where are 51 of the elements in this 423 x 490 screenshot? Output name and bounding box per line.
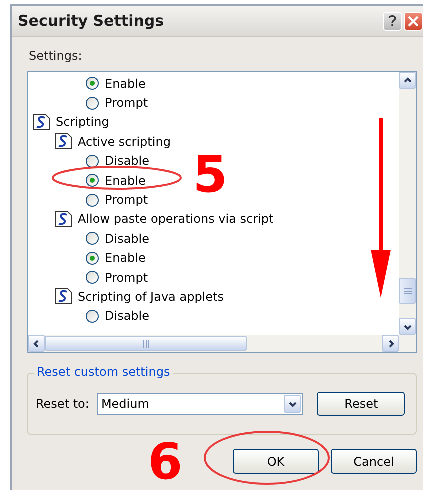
radio-button[interactable] bbox=[86, 271, 99, 284]
step-number: 5 bbox=[193, 150, 228, 200]
step-number: 6 bbox=[148, 437, 183, 487]
radio-button[interactable] bbox=[86, 252, 99, 265]
vertical-scrollbar[interactable] bbox=[399, 72, 416, 335]
option-label: Disable bbox=[105, 309, 150, 324]
scroll-thumb[interactable] bbox=[399, 278, 416, 304]
option-label: Prompt bbox=[105, 193, 148, 208]
scroll-right-button[interactable] bbox=[382, 335, 399, 352]
option-label: Disable bbox=[105, 232, 150, 246]
setting-label: Allow paste operations via script bbox=[78, 212, 274, 226]
radio-button[interactable] bbox=[86, 194, 99, 207]
radio-button[interactable] bbox=[86, 96, 99, 110]
radio-button[interactable] bbox=[86, 232, 99, 246]
radio-button[interactable] bbox=[86, 310, 99, 323]
radio-button[interactable] bbox=[86, 154, 99, 168]
script-icon bbox=[55, 210, 73, 228]
cancel-button[interactable]: Cancel bbox=[331, 449, 417, 474]
close-icon bbox=[408, 16, 419, 26]
option-label: Prompt bbox=[105, 96, 148, 110]
option-label: Disable bbox=[105, 154, 150, 168]
horizontal-scrollbar[interactable] bbox=[28, 335, 399, 352]
dropdown-value: Medium bbox=[101, 397, 150, 411]
group-title: Reset custom settings bbox=[34, 365, 174, 379]
grip-icon bbox=[404, 288, 412, 294]
grip-icon bbox=[142, 340, 150, 348]
close-button[interactable] bbox=[404, 12, 423, 30]
option-label: Enable bbox=[105, 174, 146, 188]
window-title: Security Settings bbox=[18, 12, 166, 30]
scroll-left-button[interactable] bbox=[28, 335, 45, 352]
option-label: Prompt bbox=[105, 270, 148, 285]
question-mark-icon bbox=[388, 15, 397, 27]
option-label: Enable bbox=[105, 76, 146, 91]
setting-label: Scripting of Java applets bbox=[78, 290, 224, 304]
reset-button[interactable]: Reset bbox=[317, 392, 406, 416]
category-label: Scripting bbox=[56, 115, 110, 130]
radio-button[interactable] bbox=[86, 174, 99, 188]
option-label: Enable bbox=[105, 251, 146, 266]
scroll-up-button[interactable] bbox=[399, 72, 416, 89]
script-icon bbox=[55, 288, 73, 306]
reset-to-label: Reset to: bbox=[36, 397, 90, 411]
reset-level-dropdown[interactable]: Medium bbox=[97, 393, 304, 415]
help-button[interactable] bbox=[383, 12, 402, 30]
settings-label: Settings: bbox=[29, 49, 84, 63]
script-icon bbox=[55, 133, 73, 150]
radio-button[interactable] bbox=[86, 77, 99, 90]
ok-button[interactable]: OK bbox=[233, 449, 319, 474]
scroll-down-button[interactable] bbox=[399, 318, 416, 335]
script-icon bbox=[33, 114, 51, 131]
setting-label: Active scripting bbox=[78, 134, 171, 149]
scroll-thumb[interactable] bbox=[45, 336, 247, 351]
